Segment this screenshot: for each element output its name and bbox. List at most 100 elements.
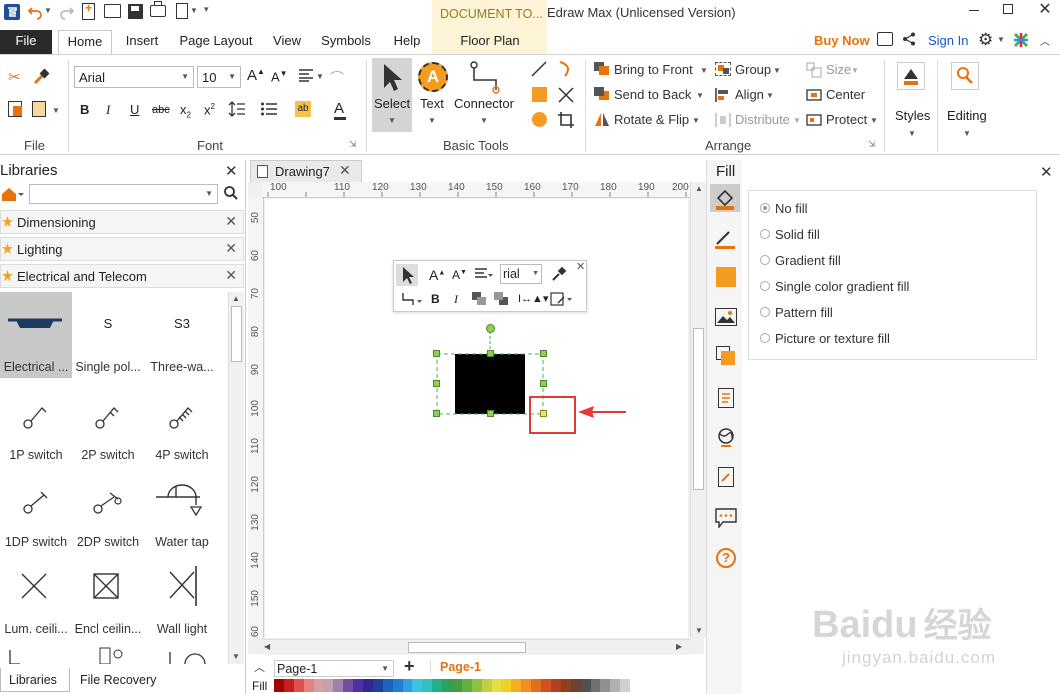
image-icon[interactable] — [715, 308, 737, 326]
curve-text-icon[interactable]: ⌒ — [330, 68, 344, 88]
ellipse-tool-icon[interactable] — [532, 112, 547, 127]
line-style-icon[interactable] — [713, 226, 737, 253]
bring-to-front-icon[interactable] — [594, 62, 610, 76]
palette-swatch[interactable] — [471, 679, 482, 692]
center-icon[interactable] — [806, 87, 822, 106]
palette-swatch[interactable] — [392, 679, 403, 692]
font-size-select[interactable]: 10 ▼ — [197, 66, 241, 88]
settings-dropdown-icon[interactable]: ▼ — [997, 35, 1005, 44]
palette-swatch[interactable] — [501, 679, 512, 692]
chevron-down-icon[interactable]: ▼ — [851, 66, 859, 75]
option-no-fill[interactable]: No fill — [775, 201, 808, 216]
mini-bring-front-icon[interactable] — [472, 292, 488, 306]
resize-handle-ml[interactable] — [433, 380, 440, 387]
option-single-color-gradient[interactable]: Single color gradient fill — [775, 279, 909, 294]
size-button[interactable]: Size — [826, 62, 851, 77]
resize-handle-tl[interactable] — [433, 350, 440, 357]
chevron-down-icon[interactable]: ▼ — [700, 66, 708, 75]
chevron-down-icon[interactable]: ▼ — [766, 91, 774, 100]
sign-in-link[interactable]: Sign In — [928, 33, 968, 48]
scroll-left-icon[interactable]: ◀ — [264, 642, 270, 651]
radio-picture-fill[interactable] — [760, 333, 770, 343]
tab-symbols[interactable]: Symbols — [316, 30, 376, 54]
page-tab-active[interactable]: Page-1 — [430, 660, 490, 674]
palette-swatch[interactable] — [422, 679, 433, 692]
distribute-button[interactable]: Distribute — [735, 112, 790, 127]
cart-icon[interactable] — [877, 32, 893, 46]
distribute-icon[interactable] — [715, 112, 731, 131]
palette-swatch[interactable] — [353, 679, 364, 692]
styles-button[interactable]: Styles ▼ — [892, 58, 932, 138]
scroll-up-icon[interactable]: ▲ — [232, 294, 240, 303]
shape-electrical[interactable]: Electrical ... — [0, 292, 72, 378]
bold-icon[interactable]: B — [80, 102, 89, 117]
palette-swatch[interactable] — [610, 679, 621, 692]
paste-icon[interactable] — [32, 101, 46, 117]
arc-tool-icon[interactable] — [557, 60, 575, 81]
scrollbar-thumb[interactable] — [408, 642, 526, 653]
shape-three-way[interactable]: S3 Three-wa... — [146, 292, 218, 378]
tab-insert[interactable]: Insert — [116, 30, 168, 54]
library-scrollbar[interactable]: ▲ ▼ — [228, 292, 244, 664]
mini-grow-font-icon[interactable]: A▲ — [429, 267, 445, 283]
text-tool-button[interactable]: A Text ▼ — [416, 58, 450, 132]
resize-handle-tm[interactable] — [487, 350, 494, 357]
search-icon[interactable] — [223, 185, 239, 204]
resize-handle-bm[interactable] — [487, 410, 494, 417]
palette-swatch[interactable] — [531, 679, 542, 692]
font-color-icon[interactable]: A — [334, 100, 346, 120]
customize-toolbar-icon[interactable]: ▾ — [204, 4, 209, 15]
globe-icon[interactable] — [716, 427, 736, 452]
tab-view[interactable]: View — [266, 30, 308, 54]
shape-wall-light[interactable]: Wall light — [146, 554, 218, 640]
strikethrough-icon[interactable]: abc — [152, 104, 170, 116]
mini-align-icon[interactable] — [474, 267, 494, 284]
resize-handle-tr[interactable] — [540, 350, 547, 357]
tab-file[interactable]: File — [0, 30, 52, 54]
comment-icon[interactable] — [715, 508, 737, 531]
paste-dropdown-icon[interactable]: ▼ — [52, 106, 60, 115]
mini-select-icon[interactable] — [396, 264, 418, 286]
quick-access-dropdown-icon[interactable]: ▼ — [190, 6, 198, 15]
palette-swatch[interactable] — [511, 679, 522, 692]
chevron-down-icon[interactable]: ▼ — [870, 116, 878, 125]
palette-swatch[interactable] — [521, 679, 532, 692]
help-icon[interactable]: ? — [716, 548, 736, 568]
format-painter-icon[interactable] — [32, 68, 50, 89]
palette-swatch[interactable] — [442, 679, 453, 692]
palette-swatch[interactable] — [313, 679, 324, 692]
font-name-select[interactable]: Arial ▼ — [74, 66, 194, 88]
send-to-back-icon[interactable] — [594, 87, 610, 101]
line-tool-icon[interactable] — [530, 60, 548, 81]
close-category-icon[interactable]: ✕ — [225, 213, 237, 230]
palette-swatch[interactable] — [620, 679, 631, 692]
library-search-input[interactable]: ▼ — [29, 184, 218, 204]
scrollbar-thumb[interactable] — [693, 328, 704, 490]
document-tab[interactable]: Drawing7 ✕ — [250, 160, 362, 182]
open-folder-icon[interactable] — [104, 4, 121, 18]
shape-lum-ceiling[interactable]: Lum. ceili... — [0, 554, 72, 640]
paragraph-align-icon[interactable] — [298, 68, 314, 85]
align-icon[interactable] — [715, 87, 731, 106]
scrollbar-thumb[interactable] — [231, 306, 242, 362]
palette-swatch[interactable] — [363, 679, 373, 692]
protect-button[interactable]: Protect — [826, 112, 867, 127]
palette-swatch[interactable] — [452, 679, 462, 692]
protect-icon[interactable] — [806, 112, 822, 131]
undo-dropdown-icon[interactable]: ▼ — [44, 6, 52, 15]
settings-gear-icon[interactable]: ⚙ — [978, 30, 993, 50]
palette-swatch[interactable] — [293, 679, 304, 692]
redo-icon[interactable] — [58, 3, 76, 21]
tab-floor-plan[interactable]: Floor Plan — [448, 30, 532, 54]
libraries-close-icon[interactable]: ✕ — [225, 162, 238, 180]
paragraph-dropdown-icon[interactable]: ▼ — [316, 72, 324, 81]
palette-swatch[interactable] — [343, 679, 354, 692]
rotation-handle[interactable] — [486, 324, 495, 333]
close-category-icon[interactable]: ✕ — [225, 267, 237, 284]
shape-4p-switch[interactable]: 4P switch — [146, 380, 218, 466]
palette-swatch[interactable] — [580, 679, 591, 692]
mini-shrink-font-icon[interactable]: A▼ — [452, 268, 467, 282]
mini-send-back-icon[interactable] — [494, 292, 510, 306]
radio-single-color-gradient[interactable] — [760, 281, 770, 291]
scroll-down-icon[interactable]: ▼ — [695, 626, 703, 635]
